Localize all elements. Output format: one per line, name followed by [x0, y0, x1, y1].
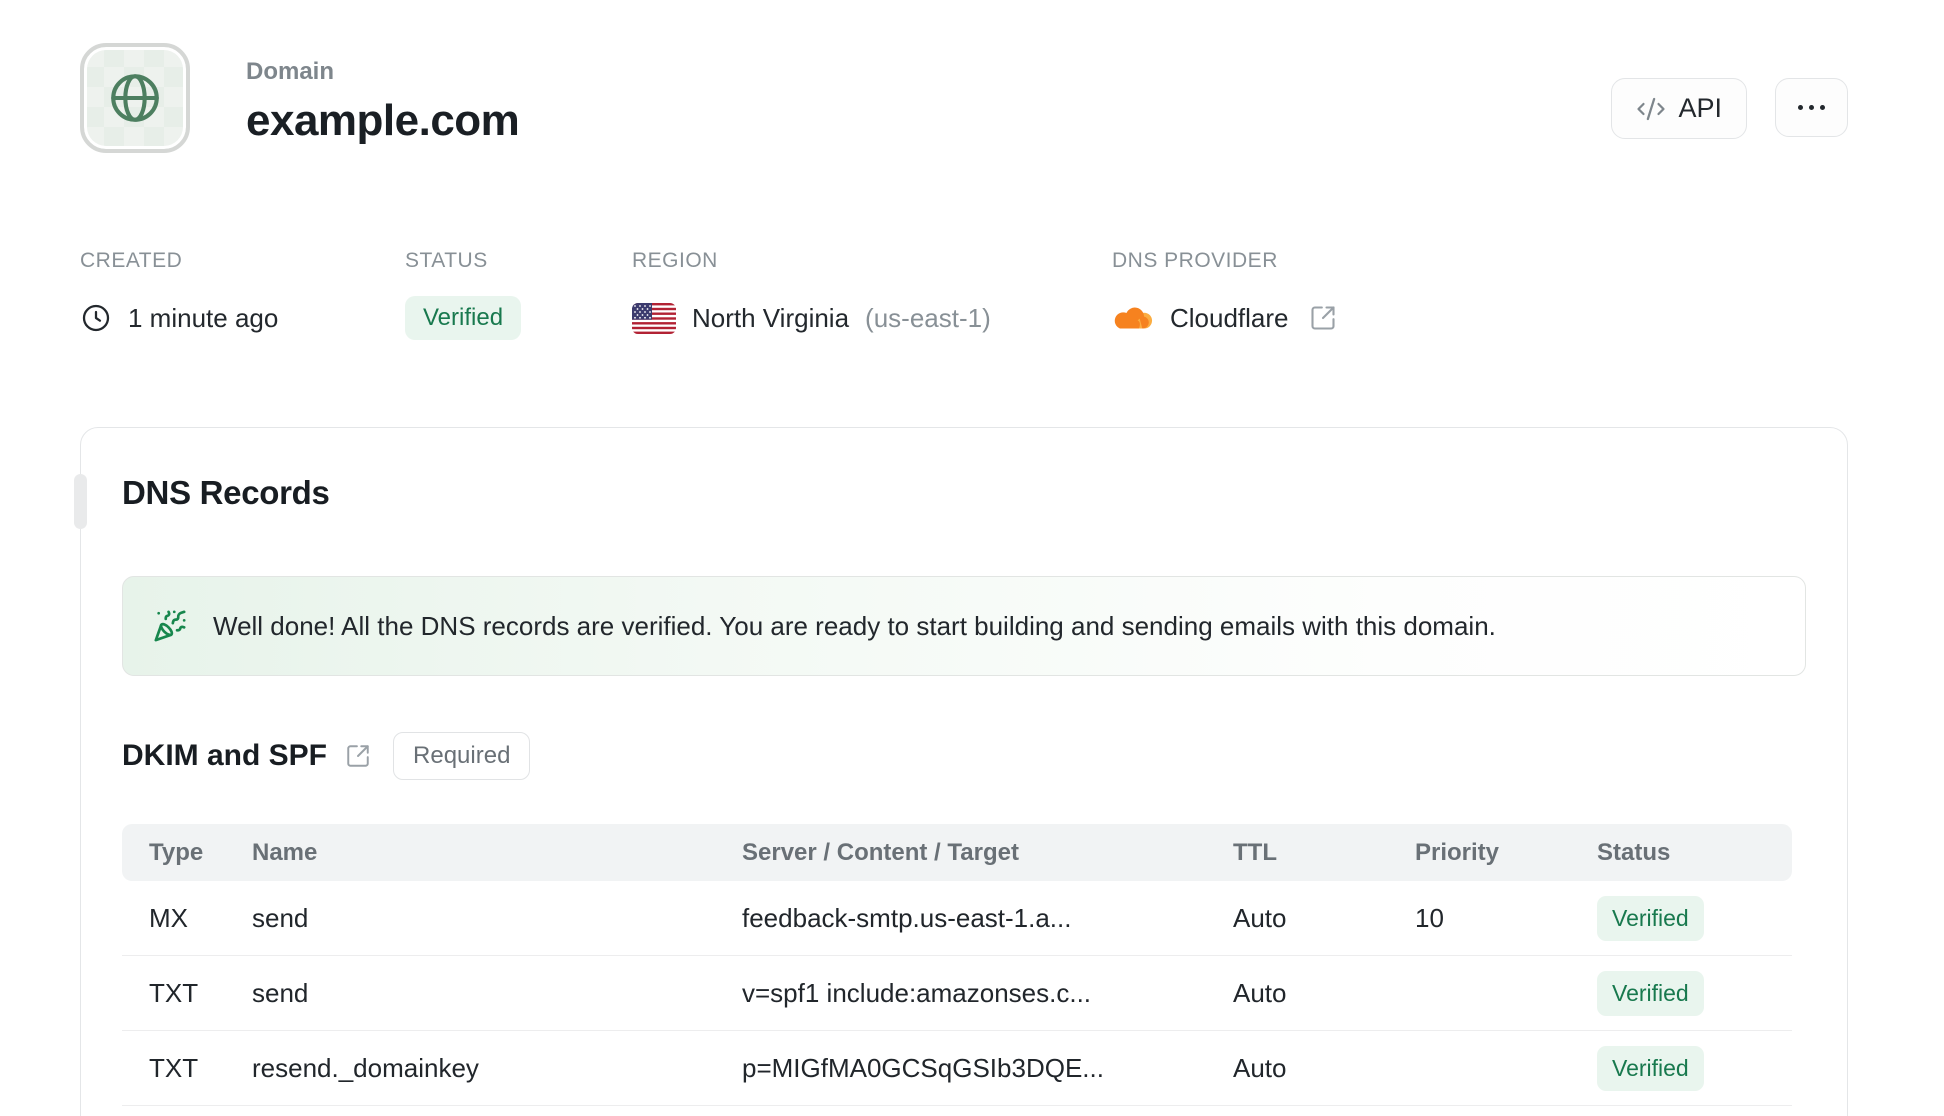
- record-status-badge: Verified: [1597, 895, 1704, 941]
- page-kicker: Domain: [246, 58, 335, 85]
- record-status-badge: Verified: [1597, 970, 1704, 1016]
- column-header-type: Type: [149, 838, 204, 866]
- record-ttl: Auto: [1233, 902, 1287, 933]
- api-button[interactable]: API: [1611, 78, 1747, 139]
- table-row: TXT send v=spf1 include:amazonses.c... A…: [122, 956, 1792, 1031]
- party-popper-icon: [153, 609, 187, 643]
- region-label: REGION: [632, 249, 718, 272]
- meta-status: STATUS Verified: [405, 249, 632, 341]
- dns-records-card: DNS Records Well done! All the DNS recor…: [74, 427, 1848, 1116]
- us-flag-icon: [632, 302, 676, 334]
- success-banner: Well done! All the DNS records are verif…: [122, 576, 1806, 676]
- column-header-status: Status: [1597, 838, 1671, 866]
- domain-avatar: [80, 43, 190, 153]
- table-row: MX send feedback-smtp.us-east-1.a... Aut…: [122, 881, 1792, 956]
- ellipsis-icon: [1796, 93, 1827, 122]
- record-type: TXT: [149, 977, 199, 1008]
- status-label: STATUS: [405, 249, 488, 272]
- record-name: send: [252, 902, 309, 933]
- status-badge: Verified: [405, 296, 522, 340]
- header-actions: API: [1611, 43, 1848, 139]
- created-value: 1 minute ago: [128, 302, 279, 333]
- region-value: North Virginia: [692, 302, 850, 333]
- required-badge: Required: [393, 732, 531, 780]
- record-ttl: Auto: [1233, 977, 1287, 1008]
- record-type: TXT: [149, 1052, 199, 1083]
- column-header-ttl: TTL: [1233, 838, 1277, 866]
- region-code: (us-east-1): [865, 302, 991, 333]
- meta-dns-provider: DNS PROVIDER Cloudflare: [1112, 249, 1337, 341]
- record-ttl: Auto: [1233, 1052, 1287, 1083]
- dns-provider-value: Cloudflare: [1170, 302, 1289, 333]
- clock-icon: [80, 302, 112, 334]
- record-content: p=MIGfMA0GCSqGSIb3DQE...: [742, 1052, 1104, 1083]
- scroll-indicator: [74, 474, 87, 529]
- dkim-spf-title: DKIM and SPF: [122, 739, 328, 772]
- page-title: example.com: [246, 96, 520, 145]
- record-content: v=spf1 include:amazonses.c...: [742, 977, 1092, 1008]
- record-status-badge: Verified: [1597, 1045, 1704, 1091]
- domain-meta-row: CREATED 1 minute ago STATUS Verified REG…: [80, 249, 1848, 341]
- column-header-name: Name: [252, 838, 318, 866]
- cloudflare-icon: [1112, 303, 1154, 333]
- title-block: Domain example.com: [246, 43, 520, 146]
- dns-records-table: Type Name Server / Content / Target TTL …: [122, 824, 1792, 1106]
- success-banner-text: Well done! All the DNS records are verif…: [213, 610, 1496, 641]
- record-priority: 10: [1415, 902, 1444, 933]
- page-header: Domain example.com API: [80, 43, 1848, 153]
- more-options-button[interactable]: [1775, 78, 1848, 137]
- domain-detail-page: Domain example.com API CREATED 1 minute …: [0, 0, 1944, 1116]
- external-link-icon[interactable]: [1309, 304, 1337, 332]
- meta-created: CREATED 1 minute ago: [80, 249, 405, 341]
- api-button-label: API: [1678, 93, 1722, 123]
- meta-region: REGION North Virginia (us-east-1): [632, 249, 1112, 341]
- record-content: feedback-smtp.us-east-1.a...: [742, 902, 1072, 933]
- table-header-row: Type Name Server / Content / Target TTL …: [122, 824, 1792, 881]
- record-name: send: [252, 977, 309, 1008]
- code-icon: [1636, 94, 1666, 124]
- dkim-spf-section-header: DKIM and SPF Required: [122, 732, 1806, 780]
- record-name: resend._domainkey: [252, 1052, 479, 1083]
- created-label: CREATED: [80, 249, 183, 272]
- dns-provider-label: DNS PROVIDER: [1112, 249, 1278, 272]
- column-header-priority: Priority: [1415, 838, 1500, 866]
- table-row: TXT resend._domainkey p=MIGfMA0GCSqGSIb3…: [122, 1031, 1792, 1106]
- dns-records-title: DNS Records: [122, 474, 330, 511]
- record-type: MX: [149, 902, 188, 933]
- external-link-icon[interactable]: [345, 743, 371, 769]
- globe-icon: [106, 69, 164, 127]
- column-header-content: Server / Content / Target: [742, 838, 1019, 866]
